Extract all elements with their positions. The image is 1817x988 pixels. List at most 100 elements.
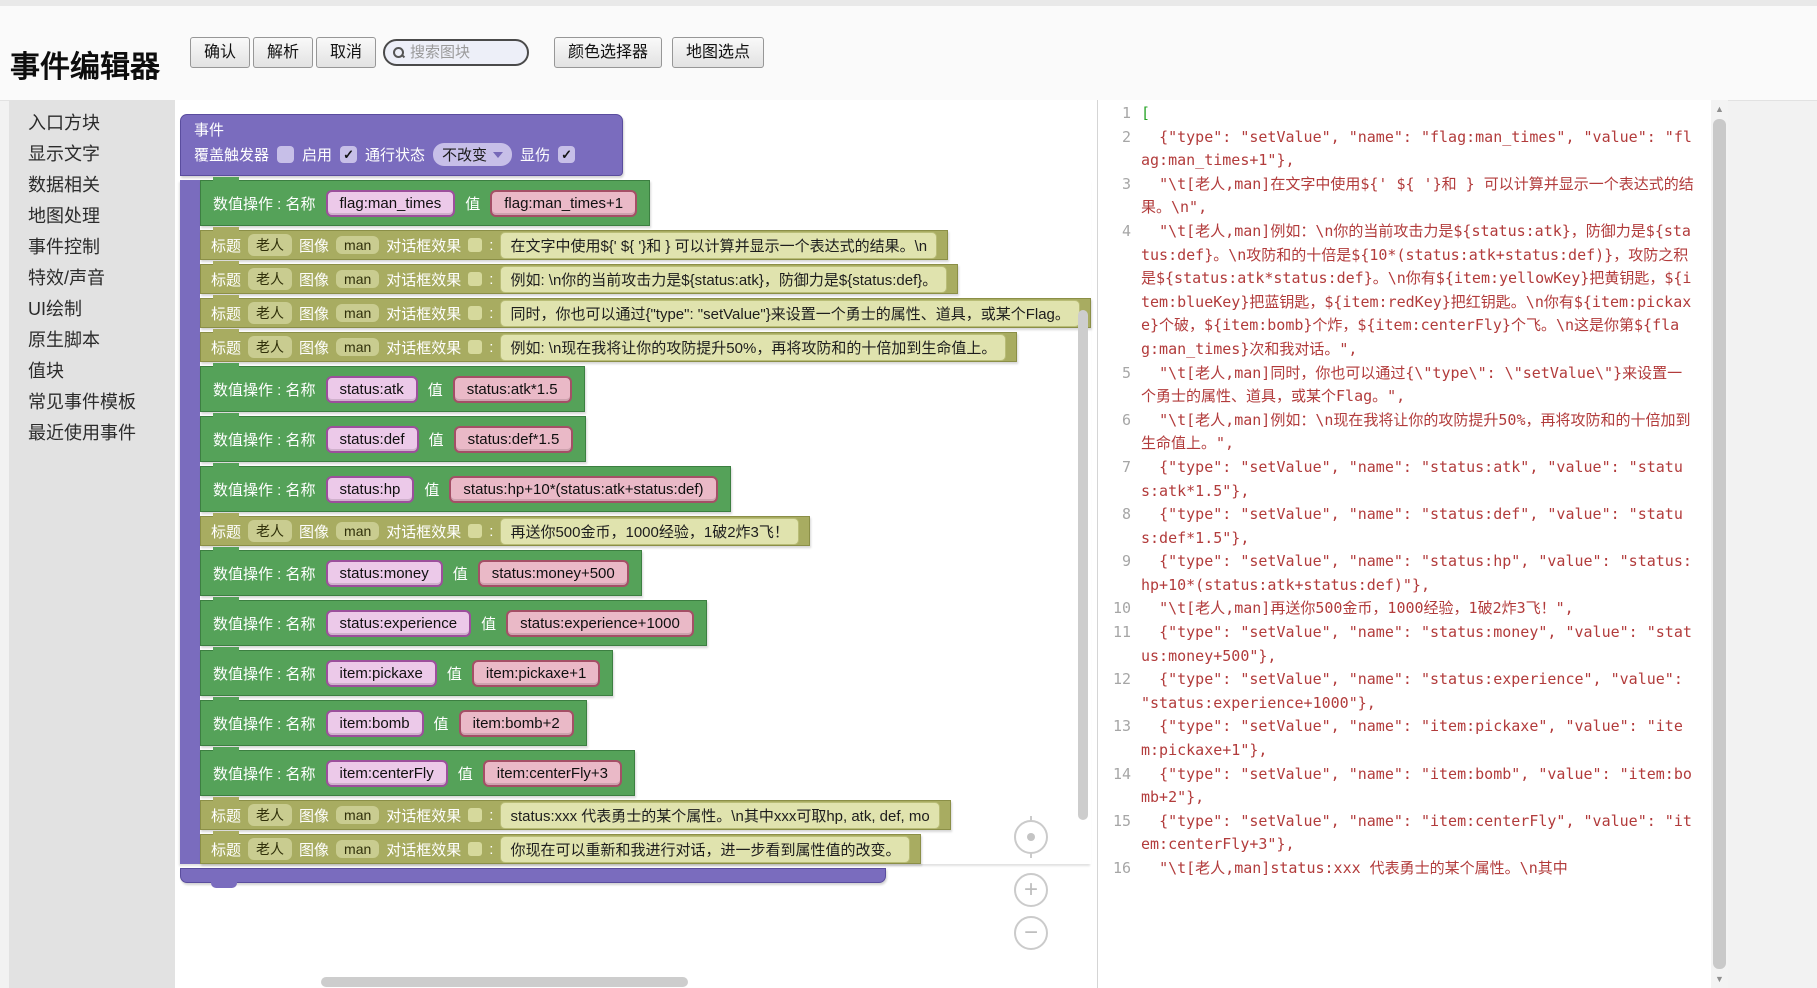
- code-text[interactable]: {"type": "setValue", "name": "item:bomb"…: [1141, 763, 1697, 810]
- title-chip[interactable]: 老人: [248, 268, 292, 290]
- value-field[interactable]: item:centerFly+3: [483, 760, 622, 787]
- code-text[interactable]: {"type": "setValue", "name": "item:cente…: [1141, 810, 1697, 857]
- name-field[interactable]: status:experience: [326, 610, 472, 637]
- title-chip[interactable]: 老人: [248, 838, 292, 860]
- damage-checkbox[interactable]: ✓: [558, 146, 575, 163]
- code-text[interactable]: "\t[老人,man]status:xxx 代表勇士的某个属性。\n其中: [1141, 857, 1697, 881]
- blockly-workspace[interactable]: 事件 覆盖触发器 启用 ✓ 通行状态 不改变 显伤 ✓ 数值操作 : 名称fla…: [175, 100, 1097, 988]
- confirm-button[interactable]: 确认: [190, 37, 250, 68]
- dialog-text-block[interactable]: 标题老人图像man对话框效果:你现在可以重新和我进行对话，进一步看到属性值的改变…: [200, 834, 921, 864]
- dialog-text-block[interactable]: 标题老人图像man对话框效果:status:xxx 代表勇士的某个属性。\n其中…: [200, 800, 951, 830]
- code-text[interactable]: {"type": "setValue", "name": "status:atk…: [1141, 456, 1697, 503]
- dialog-text-field[interactable]: 在文字中使用${' ${ '}和 } 可以计算并显示一个表达式的结果。\n: [500, 232, 937, 259]
- sidebar-item-3[interactable]: 地图处理: [9, 201, 175, 232]
- map-pick-button[interactable]: 地图选点: [672, 37, 764, 68]
- name-field[interactable]: item:centerFly: [326, 760, 448, 787]
- name-field[interactable]: item:pickaxe: [326, 660, 437, 687]
- setvalue-block[interactable]: 数值操作 : 名称status:money值status:money+500: [200, 550, 642, 596]
- code-text[interactable]: {"type": "setValue", "name": "status:mon…: [1141, 621, 1697, 668]
- title-chip[interactable]: 老人: [248, 336, 292, 358]
- dialog-text-block[interactable]: 标题老人图像man对话框效果:例如: \n你的当前攻击力是${status:at…: [200, 264, 958, 294]
- name-field[interactable]: item:bomb: [326, 710, 424, 737]
- zoom-reset-button[interactable]: [1014, 820, 1048, 854]
- effect-checkbox[interactable]: [468, 340, 482, 354]
- code-text[interactable]: {"type": "setValue", "name": "status:def…: [1141, 503, 1697, 550]
- title-chip[interactable]: 老人: [248, 302, 292, 324]
- sidebar-item-0[interactable]: 入口方块: [9, 108, 175, 139]
- code-text[interactable]: {"type": "setValue", "name": "status:hp"…: [1141, 550, 1697, 597]
- trigger-checkbox[interactable]: [277, 146, 294, 163]
- code-text[interactable]: "\t[老人,man]再送你500金币，1000经验，1破2炸3飞！",: [1141, 597, 1697, 621]
- setvalue-block[interactable]: 数值操作 : 名称status:def值status:def*1.5: [200, 416, 586, 462]
- pass-state-dropdown[interactable]: 不改变: [433, 143, 512, 166]
- sidebar-item-10[interactable]: 最近使用事件: [9, 418, 175, 449]
- code-text[interactable]: {"type": "setValue", "name": "flag:man_t…: [1141, 126, 1697, 173]
- enable-checkbox[interactable]: ✓: [340, 146, 357, 163]
- code-scrollbar[interactable]: ▲ ▼: [1711, 100, 1728, 988]
- image-chip[interactable]: man: [336, 840, 379, 858]
- dialog-text-field[interactable]: 例如: \n现在我将让你的攻防提升50%，再将攻防和的十倍加到生命值上。: [500, 334, 1006, 361]
- setvalue-block[interactable]: 数值操作 : 名称status:hp值status:hp+10*(status:…: [200, 466, 731, 512]
- setvalue-block[interactable]: 数值操作 : 名称item:centerFly值item:centerFly+3: [200, 750, 635, 796]
- sidebar-item-5[interactable]: 特效/声音: [9, 263, 175, 294]
- name-field[interactable]: status:atk: [326, 376, 418, 403]
- zoom-in-button[interactable]: +: [1014, 873, 1048, 907]
- code-text[interactable]: "\t[老人,man]同时，你也可以通过{\"type\": \"setValu…: [1141, 362, 1697, 409]
- sidebar-item-8[interactable]: 值块: [9, 356, 175, 387]
- setvalue-block[interactable]: 数值操作 : 名称status:experience值status:experi…: [200, 600, 707, 646]
- search-box[interactable]: [383, 39, 529, 66]
- name-field[interactable]: flag:man_times: [326, 190, 456, 217]
- name-field[interactable]: status:money: [326, 560, 443, 587]
- value-field[interactable]: status:atk*1.5: [453, 376, 572, 403]
- workspace-horizontal-scrollbar[interactable]: [321, 977, 688, 987]
- code-text[interactable]: {"type": "setValue", "name": "status:exp…: [1141, 668, 1697, 715]
- value-field[interactable]: item:bomb+2: [459, 710, 574, 737]
- sidebar-item-2[interactable]: 数据相关: [9, 170, 175, 201]
- value-field[interactable]: status:hp+10*(status:atk+status:def): [449, 476, 717, 503]
- effect-checkbox[interactable]: [468, 524, 482, 538]
- code-text[interactable]: "\t[老人,man]在文字中使用${' ${ '}和 } 可以计算并显示一个表…: [1141, 173, 1697, 220]
- title-chip[interactable]: 老人: [248, 234, 292, 256]
- setvalue-block[interactable]: 数值操作 : 名称item:bomb值item:bomb+2: [200, 700, 587, 746]
- dialog-text-block[interactable]: 标题老人图像man对话框效果:再送你500金币，1000经验，1破2炸3飞！: [200, 516, 810, 546]
- event-block[interactable]: 事件 覆盖触发器 启用 ✓ 通行状态 不改变 显伤 ✓ 数值操作 : 名称fla…: [180, 114, 1091, 883]
- image-chip[interactable]: man: [336, 806, 379, 824]
- value-field[interactable]: item:pickaxe+1: [472, 660, 600, 687]
- code-scrollbar-thumb[interactable]: [1713, 119, 1726, 969]
- effect-checkbox[interactable]: [468, 238, 482, 252]
- search-input[interactable]: [408, 43, 519, 62]
- color-picker-button[interactable]: 颜色选择器: [554, 37, 662, 68]
- sidebar-item-1[interactable]: 显示文字: [9, 139, 175, 170]
- zoom-out-button[interactable]: −: [1014, 916, 1048, 950]
- sidebar-item-9[interactable]: 常见事件模板: [9, 387, 175, 418]
- dialog-text-field[interactable]: 例如: \n你的当前攻击力是${status:atk}，防御力是${status…: [500, 266, 947, 293]
- code-text[interactable]: [: [1141, 102, 1697, 126]
- name-field[interactable]: status:hp: [326, 476, 415, 503]
- code-text[interactable]: "\t[老人,man]例如：\n你的当前攻击力是${status:atk}，防御…: [1141, 220, 1697, 362]
- value-field[interactable]: status:def*1.5: [454, 426, 574, 453]
- image-chip[interactable]: man: [336, 522, 379, 540]
- title-chip[interactable]: 老人: [248, 804, 292, 826]
- dialog-text-field[interactable]: 再送你500金币，1000经验，1破2炸3飞！: [500, 518, 798, 545]
- code-editor[interactable]: 1[2 {"type": "setValue", "name": "flag:m…: [1097, 100, 1711, 988]
- sidebar-item-7[interactable]: 原生脚本: [9, 325, 175, 356]
- effect-checkbox[interactable]: [468, 306, 482, 320]
- value-field[interactable]: flag:man_times+1: [490, 190, 637, 217]
- name-field[interactable]: status:def: [326, 426, 419, 453]
- image-chip[interactable]: man: [336, 236, 379, 254]
- dialog-text-block[interactable]: 标题老人图像man对话框效果:例如: \n现在我将让你的攻防提升50%，再将攻防…: [200, 332, 1017, 362]
- sidebar-item-6[interactable]: UI绘制: [9, 294, 175, 325]
- dialog-text-field[interactable]: 你现在可以重新和我进行对话，进一步看到属性值的改变。: [500, 836, 910, 863]
- sidebar-item-4[interactable]: 事件控制: [9, 232, 175, 263]
- image-chip[interactable]: man: [336, 270, 379, 288]
- parse-button[interactable]: 解析: [253, 37, 313, 68]
- dialog-text-block[interactable]: 标题老人图像man对话框效果:同时，你也可以通过{"type": "setVal…: [200, 298, 1091, 328]
- event-block-header[interactable]: 事件 覆盖触发器 启用 ✓ 通行状态 不改变 显伤 ✓: [180, 114, 623, 176]
- code-text[interactable]: "\t[老人,man]例如：\n现在我将让你的攻防提升50%，再将攻防和的十倍加…: [1141, 409, 1697, 456]
- workspace-vertical-scrollbar[interactable]: [1078, 310, 1088, 820]
- dialog-text-field[interactable]: 同时，你也可以通过{"type": "setValue"}来设置一个勇士的属性、…: [500, 300, 1079, 327]
- title-chip[interactable]: 老人: [248, 520, 292, 542]
- dialog-text-field[interactable]: status:xxx 代表勇士的某个属性。\n其中xxx可取hp, atk, d…: [500, 802, 939, 829]
- image-chip[interactable]: man: [336, 338, 379, 356]
- scroll-down-icon[interactable]: ▼: [1715, 970, 1724, 988]
